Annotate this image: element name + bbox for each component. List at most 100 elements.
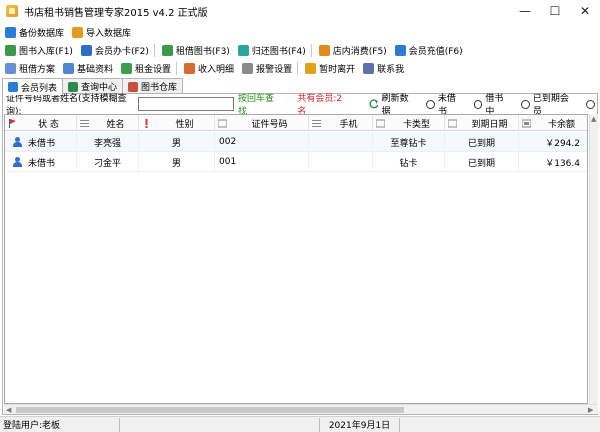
lock-icon bbox=[305, 62, 317, 74]
scroll-left-arrow-icon[interactable]: ◀ bbox=[6, 406, 11, 414]
temporary-leave-label: 暂时离开 bbox=[319, 64, 356, 75]
cell-card-type: 至尊钻卡 bbox=[373, 132, 445, 152]
app-icon bbox=[6, 5, 18, 17]
column-header-phone[interactable]: 手机 bbox=[309, 115, 373, 131]
column-header-label: 手机 bbox=[339, 119, 358, 130]
column-header-status[interactable]: 状 态 bbox=[5, 115, 77, 131]
member-recharge-button[interactable]: 会员充值(F6) bbox=[390, 41, 466, 59]
member-recharge-label: 会员充值(F6) bbox=[408, 46, 463, 57]
rental-plan-icon bbox=[5, 62, 16, 74]
column-header-label: 卡类型 bbox=[402, 119, 430, 130]
cell-balance: ￥294.2 bbox=[519, 132, 587, 152]
alarm-setting-button[interactable]: 报警设置 bbox=[237, 59, 295, 77]
table-row[interactable]: 未借书 刁金平 男 001 钻卡 已到期 ￥136.4 bbox=[5, 152, 587, 172]
text-column-icon bbox=[376, 119, 385, 127]
logged-in-user: 登陆用户:老板 bbox=[0, 417, 120, 432]
book-return-label: 归还图书(F4) bbox=[251, 46, 306, 57]
radio-button[interactable] bbox=[473, 99, 483, 109]
book-return-icon bbox=[237, 44, 249, 56]
number-column-icon bbox=[522, 119, 531, 127]
cell-balance: ￥136.4 bbox=[519, 152, 587, 172]
income-detail-label: 收入明细 bbox=[198, 64, 235, 75]
income-detail-button[interactable]: 收入明细 bbox=[179, 59, 237, 77]
tab-member-list[interactable]: 会员列表 bbox=[2, 78, 64, 95]
radio-button[interactable] bbox=[521, 99, 530, 109]
cell-expiry: 已到期 bbox=[445, 152, 519, 172]
maximize-button[interactable]: ☐ bbox=[540, 0, 570, 22]
book-lend-label: 租借图书(F3) bbox=[175, 46, 230, 57]
column-header-gender[interactable]: 性别 bbox=[139, 115, 215, 131]
book-stock-button[interactable]: 图书入库(F1) bbox=[0, 41, 76, 59]
in-store-consume-label: 店内消费(F5) bbox=[332, 46, 387, 57]
refresh-icon bbox=[369, 99, 379, 109]
minimize-button[interactable]: — bbox=[510, 0, 540, 22]
member-card-button[interactable]: 会员办卡(F2) bbox=[76, 41, 152, 59]
member-card-label: 会员办卡(F2) bbox=[94, 46, 149, 57]
tab-member-list-label: 会员列表 bbox=[21, 83, 58, 94]
in-store-consume-button[interactable]: 店内消费(F5) bbox=[314, 41, 390, 59]
column-header-balance[interactable]: 卡余额 bbox=[519, 115, 587, 131]
basic-data-button[interactable]: 基础资料 bbox=[58, 59, 116, 77]
column-header-id-number[interactable]: 证件号码 bbox=[215, 115, 309, 131]
user-icon bbox=[13, 137, 22, 147]
status-bar: 登陆用户:老板 2021年9月1日 bbox=[0, 416, 600, 432]
toolbar-database: 备份数据库 导入数据库 bbox=[0, 22, 600, 42]
scroll-thumb[interactable] bbox=[16, 407, 404, 413]
column-header-label: 到期日期 bbox=[471, 119, 508, 130]
text-column-icon bbox=[80, 119, 89, 127]
contact-icon bbox=[363, 62, 375, 74]
cell-name: 刁金平 bbox=[77, 152, 139, 172]
horizontal-scrollbar[interactable]: ◀ ▶ bbox=[4, 404, 598, 414]
text-column-icon bbox=[218, 119, 227, 127]
filter-extra[interactable] bbox=[585, 99, 598, 109]
book-stock-icon bbox=[5, 44, 16, 56]
scroll-right-arrow-icon[interactable]: ▶ bbox=[588, 406, 593, 414]
rent-setting-button[interactable]: 租金设置 bbox=[116, 59, 174, 77]
text-column-icon bbox=[312, 119, 321, 127]
rental-plan-label: 租借方案 bbox=[19, 64, 56, 75]
database-backup-icon bbox=[5, 26, 16, 38]
temporary-leave-button[interactable]: 暂时离开 bbox=[300, 59, 358, 77]
rent-setting-icon bbox=[121, 62, 133, 74]
toolbar-settings: 租借方案 基础资料 租金设置 收入明细 报警设置 暂时离开 联系我 bbox=[0, 58, 600, 78]
column-header-label: 姓名 bbox=[106, 119, 125, 130]
import-database-button[interactable]: 导入数据库 bbox=[67, 23, 134, 41]
query-center-icon bbox=[68, 81, 79, 92]
column-header-label: 卡余额 bbox=[547, 119, 575, 130]
backup-database-label: 备份数据库 bbox=[19, 28, 65, 39]
backup-database-button[interactable]: 备份数据库 bbox=[0, 23, 67, 41]
cell-card-type: 钻卡 bbox=[373, 152, 445, 172]
book-lend-button[interactable]: 租借图书(F3) bbox=[157, 41, 233, 59]
close-button[interactable]: ✕ bbox=[570, 0, 600, 22]
column-header-name[interactable]: 姓名 bbox=[77, 115, 139, 131]
toolbar-main: 图书入库(F1) 会员办卡(F2) 租借图书(F3) 归还图书(F4) 店内消费… bbox=[0, 40, 600, 60]
search-input[interactable] bbox=[137, 97, 235, 111]
toolbar-separator bbox=[176, 61, 178, 75]
basic-data-label: 基础资料 bbox=[77, 64, 114, 75]
column-header-card-type[interactable]: 卡类型 bbox=[373, 115, 445, 131]
database-import-icon bbox=[72, 26, 84, 38]
text-column-icon bbox=[448, 119, 457, 127]
in-store-consume-icon bbox=[318, 44, 330, 56]
exclamation-icon bbox=[145, 118, 148, 128]
column-header-label: 证件号码 bbox=[251, 119, 288, 130]
income-detail-icon bbox=[184, 62, 196, 74]
alarm-setting-label: 报警设置 bbox=[256, 64, 293, 75]
column-header-label: 状 态 bbox=[38, 119, 59, 130]
title-bar: 书店租书销售管理专家2015 v4.2 正式版 — ☐ ✕ bbox=[0, 0, 600, 22]
book-warehouse-icon bbox=[128, 81, 139, 92]
cell-status: 未借书 bbox=[5, 152, 77, 172]
cell-status: 未借书 bbox=[5, 132, 77, 152]
status-text: 未借书 bbox=[28, 138, 56, 149]
book-return-button[interactable]: 归还图书(F4) bbox=[233, 41, 309, 59]
contact-button[interactable]: 联系我 bbox=[358, 59, 407, 77]
import-database-label: 导入数据库 bbox=[86, 28, 132, 39]
vertical-scrollbar[interactable]: ▲ bbox=[589, 114, 598, 404]
table-row[interactable]: 未借书 李亮强 男 002 至尊钻卡 已到期 ￥294.2 bbox=[5, 132, 587, 152]
rental-plan-button[interactable]: 租借方案 bbox=[0, 59, 58, 77]
radio-button[interactable] bbox=[585, 99, 595, 109]
scroll-up-arrow-icon[interactable]: ▲ bbox=[591, 115, 596, 123]
column-header-expiry[interactable]: 到期日期 bbox=[445, 115, 519, 131]
flag-icon bbox=[9, 118, 16, 128]
radio-button[interactable] bbox=[426, 99, 435, 109]
